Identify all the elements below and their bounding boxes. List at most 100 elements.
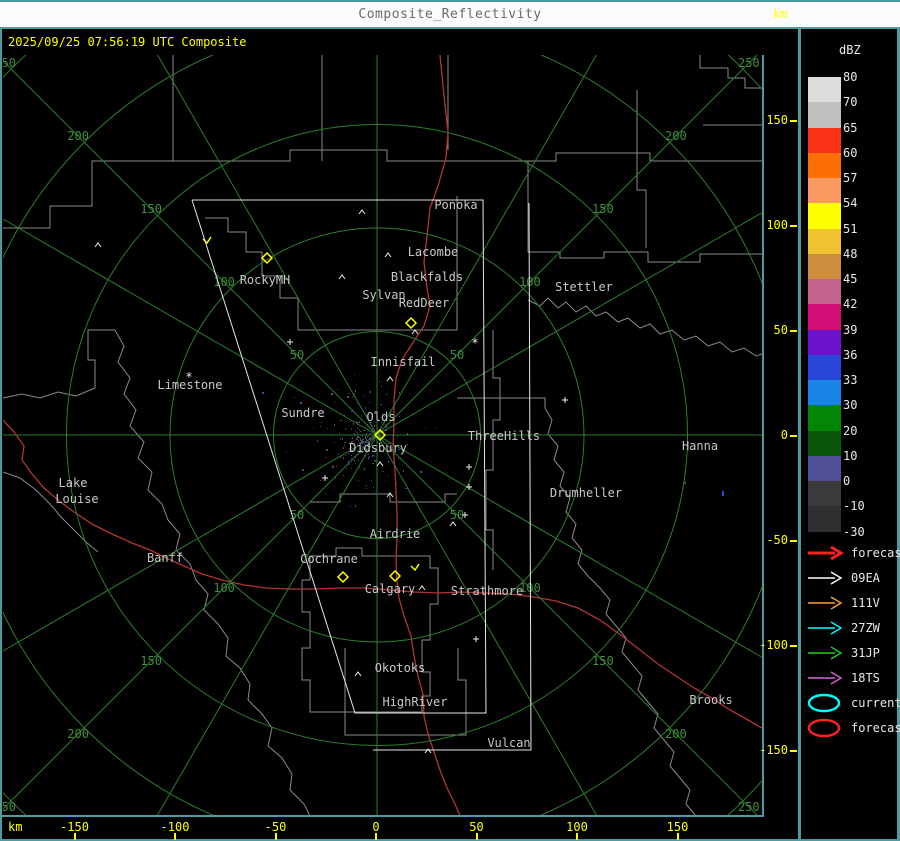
echo-speckle [366, 424, 368, 425]
dbz-color-block [808, 304, 841, 330]
echo-speckle [373, 487, 374, 488]
place-label: Okotoks [375, 661, 426, 675]
echo-speckle [350, 461, 351, 462]
echo-speckle [358, 437, 359, 438]
echo-speckle [372, 429, 373, 430]
bottom-axis-tick-label: 100 [566, 820, 588, 834]
range-ring-label: 250 [0, 800, 16, 814]
echo-speckle [363, 439, 364, 440]
range-ring-label: 250 [738, 800, 760, 814]
dbz-scale-label: 51 [843, 221, 858, 236]
echo-speckle [366, 433, 367, 435]
echo-speckle [332, 437, 333, 438]
place-label: Lake [59, 476, 88, 490]
bottom-axis-tick-label: 0 [372, 820, 380, 834]
right-axis-tick [790, 750, 797, 752]
range-ring-label: 200 [665, 129, 687, 143]
echo-speckle [372, 436, 374, 438]
bottom-axis-tick [576, 833, 578, 840]
legend-item-label: forecast [851, 546, 900, 560]
dbz-color-block [808, 127, 841, 153]
echo-speckle [386, 394, 387, 395]
dbz-color-block [808, 481, 841, 507]
dbz-scale-label: 45 [843, 272, 858, 286]
dbz-color-block [808, 279, 841, 305]
echo-speckle [407, 444, 408, 445]
echo-speckle [320, 426, 321, 427]
echo-speckle [385, 429, 387, 431]
place-label: Olds [367, 410, 396, 424]
dbz-color-block [808, 506, 841, 532]
echo-speckle [351, 458, 352, 459]
dbz-unit-label: dBZ [839, 43, 861, 57]
echo-speckle [364, 468, 365, 470]
echo-speckle [339, 433, 340, 434]
place-label: Banff [147, 551, 183, 565]
place-label: Sundre [281, 406, 324, 420]
echo-speckle [340, 456, 341, 458]
echo-speckle [334, 442, 335, 443]
echo-speckle [369, 433, 371, 434]
dbz-scale-label: 30 [843, 398, 858, 413]
echo-speckle [341, 501, 342, 502]
right-axis-tick-label: 150 [766, 113, 788, 127]
caret-marker [94, 242, 102, 248]
echo-speckle [351, 438, 352, 439]
bottom-axis-tick [174, 833, 176, 840]
dbz-color-block [808, 354, 841, 380]
legend-item: forecast [805, 541, 900, 565]
dbz-color-block [808, 77, 841, 103]
place-label: HighRiver [382, 695, 447, 709]
right-axis-tick-label: 100 [766, 218, 788, 232]
echo-speckle [354, 456, 355, 457]
legend-ellipse-icon [807, 718, 841, 738]
echo-speckle [326, 449, 328, 451]
echo-pixel [262, 392, 264, 394]
echo-speckle [342, 438, 343, 440]
echo-speckle [359, 429, 360, 431]
dbz-scale-label: 10 [843, 448, 858, 463]
right-axis-tick-label: 0 [780, 428, 788, 442]
place-label: Didsbury [349, 441, 407, 455]
dbz-scale-label: 70 [843, 95, 858, 110]
range-ring-label: 200 [67, 727, 89, 741]
star-marker: * [471, 336, 478, 350]
echo-speckle [360, 431, 361, 432]
dbz-scale-label: 42 [843, 297, 858, 312]
echo-speckle [354, 393, 355, 395]
echo-speckle [385, 424, 386, 426]
legend-item-label: forecast [851, 721, 900, 735]
dbz-color-block [808, 228, 841, 254]
bottom-axis-tick [375, 833, 377, 840]
echo-speckle [365, 438, 367, 439]
echo-speckle [407, 433, 408, 435]
legend-item-label: 18TS [851, 671, 880, 685]
echo-speckle [374, 460, 375, 461]
echo-speckle [363, 421, 364, 422]
echo-speckle [355, 390, 356, 392]
range-ring-label: 150 [140, 202, 162, 216]
legend-arrow-icon [808, 646, 843, 660]
place-label: Stettler [555, 280, 613, 294]
caret-marker [338, 274, 346, 280]
place-label: Innisfail [370, 355, 435, 369]
echo-speckle [344, 445, 345, 446]
echo-speckle [374, 491, 375, 492]
place-label: RedDeer [399, 296, 450, 310]
echo-speckle [386, 426, 387, 428]
echo-speckle [374, 425, 375, 427]
place-label: ThreeHills [468, 429, 540, 443]
range-ring-label: 150 [592, 654, 614, 668]
echo-speckle [355, 463, 356, 464]
echo-speckle [344, 442, 346, 443]
right-axis-tick [790, 225, 797, 227]
echo-speckle [357, 422, 359, 423]
echo-speckle [349, 464, 350, 465]
echo-speckle [353, 423, 354, 425]
echo-speckle [332, 466, 334, 468]
echo-pixel [331, 393, 333, 395]
range-ring [3, 55, 762, 816]
dbz-color-block [808, 203, 841, 229]
echo-speckle [355, 431, 356, 432]
echo-speckle [355, 505, 356, 507]
